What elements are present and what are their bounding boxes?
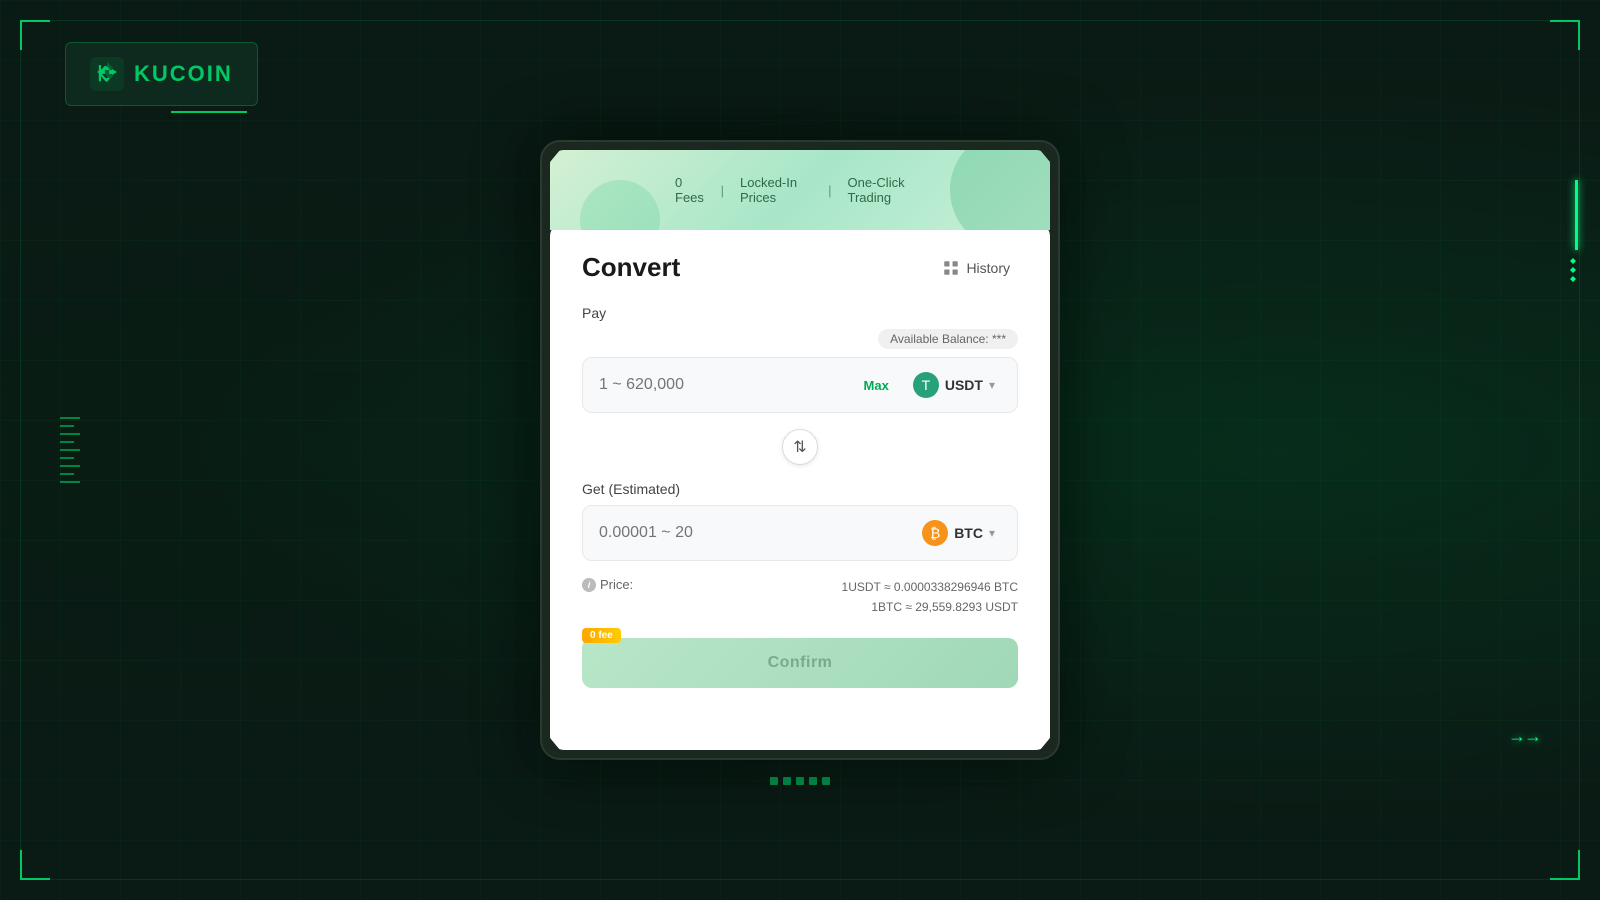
price-values: 1USDT ≈ 0.0000338296946 BTC 1BTC ≈ 29,55…: [842, 577, 1018, 618]
right-accent-dots: [1570, 258, 1576, 282]
convert-title: Convert: [582, 252, 680, 283]
pay-currency-selector[interactable]: T USDT ▾: [907, 370, 1001, 400]
modal-content: Convert History Pay Available Balance: *: [550, 224, 1050, 750]
modal-container: 0 Fees | Locked-In Prices | One-Click Tr…: [540, 140, 1060, 760]
fee-badge: 0 fee: [582, 628, 621, 643]
get-label: Get (Estimated): [582, 481, 1018, 497]
price-label: i Price:: [582, 577, 633, 592]
left-decorations: [60, 417, 80, 483]
corner-decoration-bl: [20, 850, 50, 880]
max-button[interactable]: Max: [856, 376, 897, 395]
corner-decoration-tl: [20, 20, 50, 50]
kucoin-logo-icon: [90, 57, 124, 91]
right-accent-line: [1575, 180, 1578, 250]
btc-symbol: ₿: [930, 525, 940, 541]
price-line-2: 1BTC ≈ 29,559.8293 USDT: [842, 597, 1018, 617]
pay-label: Pay: [582, 305, 1018, 321]
available-balance-value: ***: [992, 332, 1006, 346]
balance-row: Available Balance: ***: [582, 329, 1018, 349]
history-label: History: [966, 260, 1010, 276]
pay-amount-input[interactable]: [599, 376, 846, 394]
pay-currency-chevron: ▾: [989, 378, 995, 392]
bottom-dots-decoration: [770, 777, 830, 785]
price-info: i Price: 1USDT ≈ 0.0000338296946 BTC 1BT…: [582, 577, 1018, 618]
swap-button[interactable]: ⇅: [782, 429, 818, 465]
price-label-text: Price:: [600, 577, 633, 592]
logo-text: KUCOIN: [134, 61, 233, 87]
convert-header: Convert History: [582, 252, 1018, 283]
available-balance-label: Available Balance:: [890, 332, 989, 346]
get-currency-selector[interactable]: ₿ BTC ▾: [916, 518, 1001, 548]
banner-features: 0 Fees | Locked-In Prices | One-Click Tr…: [675, 175, 925, 205]
confirm-button[interactable]: Confirm: [582, 638, 1018, 688]
logo-box: KUCOIN: [65, 42, 258, 106]
get-input-row[interactable]: ₿ BTC ▾: [582, 505, 1018, 561]
info-icon: i: [582, 578, 596, 592]
feature-locked-prices: Locked-In Prices: [740, 175, 812, 205]
corner-decoration-br: [1550, 850, 1580, 880]
price-line-1: 1USDT ≈ 0.0000338296946 BTC: [842, 577, 1018, 597]
history-button[interactable]: History: [934, 255, 1018, 281]
modal-banner: 0 Fees | Locked-In Prices | One-Click Tr…: [550, 150, 1050, 230]
usdt-icon: T: [913, 372, 939, 398]
feature-0-fees: 0 Fees: [675, 175, 705, 205]
history-icon: [942, 259, 960, 277]
bottom-arrows: →→: [1508, 726, 1540, 747]
banner-divider-2: |: [828, 183, 831, 198]
corner-decoration-tr: [1550, 20, 1580, 50]
get-currency-label: BTC: [954, 525, 983, 541]
confirm-button-wrapper: 0 fee Confirm: [582, 638, 1018, 688]
modal-inner: 0 Fees | Locked-In Prices | One-Click Tr…: [550, 150, 1050, 750]
feature-one-click: One-Click Trading: [848, 175, 926, 205]
btc-icon: ₿: [922, 520, 948, 546]
banner-divider-1: |: [721, 183, 724, 198]
swap-row: ⇅: [582, 429, 1018, 465]
get-amount-input[interactable]: [599, 524, 906, 542]
available-balance-badge: Available Balance: ***: [878, 329, 1018, 349]
pay-input-row[interactable]: Max T USDT ▾: [582, 357, 1018, 413]
usdt-symbol: T: [922, 377, 931, 393]
get-currency-chevron: ▾: [989, 526, 995, 540]
pay-currency-label: USDT: [945, 377, 983, 393]
